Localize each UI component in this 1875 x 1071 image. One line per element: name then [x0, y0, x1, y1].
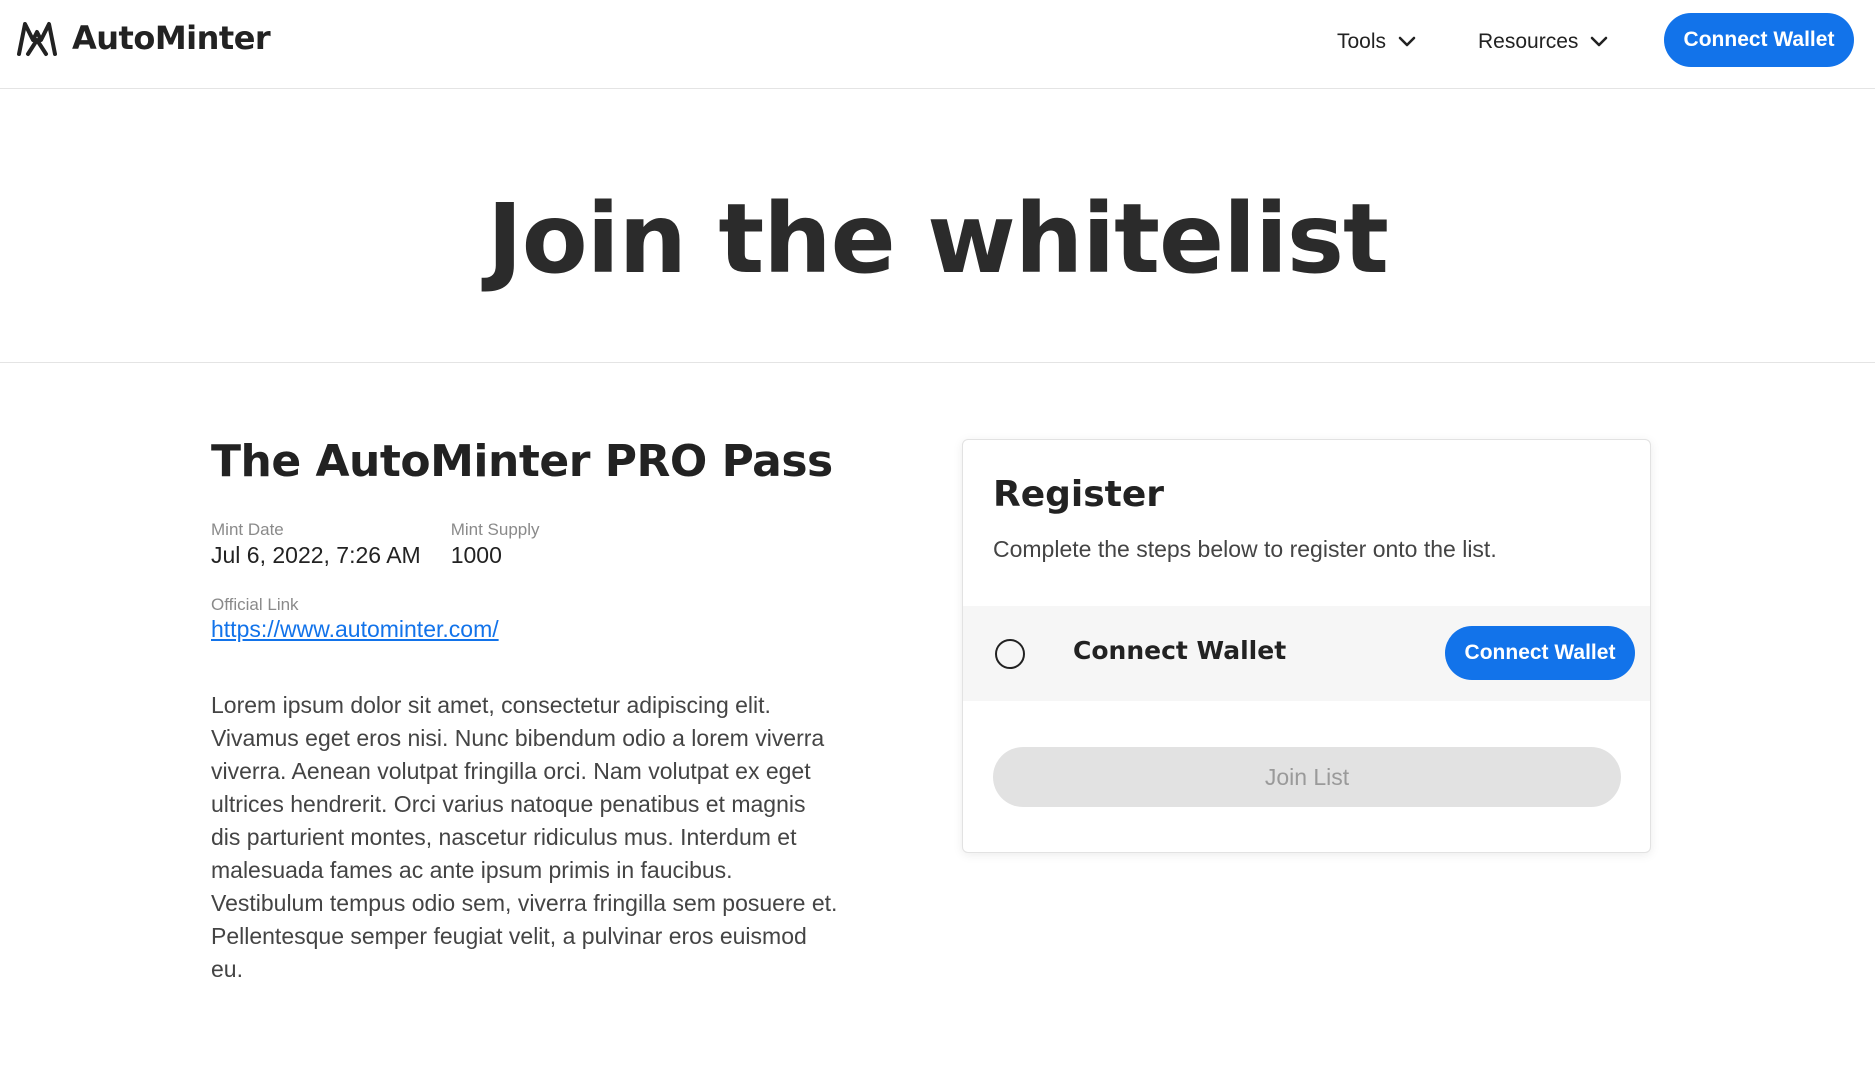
- chevron-down-icon: [1591, 36, 1608, 47]
- nav-tools-label: Tools: [1337, 30, 1387, 53]
- mint-date-label: Mint Date: [211, 520, 284, 540]
- mint-supply-value: 1000: [450, 541, 502, 568]
- project-info: The AutoMinter PRO Pass Mint Date Jul 6,…: [211, 436, 851, 986]
- official-link-label: Official Link: [211, 594, 299, 614]
- header-connect-wallet-button[interactable]: Connect Wallet: [1664, 13, 1854, 67]
- nav-resources[interactable]: Resources: [1478, 27, 1608, 57]
- brand[interactable]: AutoMinter: [16, 18, 271, 58]
- step-status-radio[interactable]: [995, 639, 1025, 669]
- step-connect-wallet: Connect Wallet Connect Wallet: [963, 606, 1650, 701]
- register-subtitle: Complete the steps below to register ont…: [993, 536, 1497, 562]
- brand-name: AutoMinter: [72, 19, 271, 57]
- nav-tools[interactable]: Tools: [1337, 27, 1416, 57]
- official-link[interactable]: https://www.autominter.com/: [211, 615, 499, 645]
- mint-supply: Mint Supply 1000: [451, 520, 540, 570]
- nav-resources-label: Resources: [1478, 30, 1579, 53]
- autominter-logo-icon: [17, 22, 57, 56]
- project-title: The AutoMinter PRO Pass: [211, 436, 833, 487]
- step-label: Connect Wallet: [1073, 636, 1287, 665]
- hero-section: Join the whitelist: [0, 89, 1875, 363]
- mint-date: Mint Date Jul 6, 2022, 7:26 AM: [211, 520, 421, 570]
- register-title: Register: [993, 474, 1165, 515]
- mint-date-value: Jul 6, 2022, 7:26 AM: [211, 541, 421, 568]
- top-navbar: AutoMinter Tools Resources Connect Walle…: [0, 0, 1875, 89]
- register-card: Register Complete the steps below to reg…: [962, 439, 1651, 853]
- step-connect-wallet-button[interactable]: Connect Wallet: [1445, 626, 1635, 680]
- official-link-block: Official Link https://www.autominter.com…: [211, 595, 851, 645]
- mint-meta: Mint Date Jul 6, 2022, 7:26 AM Mint Supp…: [211, 520, 851, 570]
- mint-supply-label: Mint Supply: [450, 520, 540, 540]
- join-list-button[interactable]: Join List: [993, 747, 1621, 807]
- chevron-down-icon: [1398, 36, 1416, 47]
- page-title: Join the whitelist: [487, 182, 1389, 295]
- project-description: Lorem ipsum dolor sit amet, consectetur …: [211, 691, 838, 982]
